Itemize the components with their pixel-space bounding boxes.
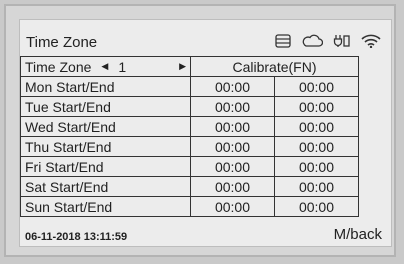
end-time[interactable]: 00:00 — [274, 177, 358, 196]
start-time[interactable]: 00:00 — [190, 157, 274, 176]
page-title: Time Zone — [26, 34, 98, 51]
start-time[interactable]: 00:00 — [190, 177, 274, 196]
back-button[interactable]: M/back — [334, 226, 382, 243]
start-time[interactable]: 00:00 — [190, 77, 274, 96]
table-row[interactable]: Sat Start/End 00:00 00:00 — [21, 176, 358, 196]
day-label: Sat Start/End — [25, 178, 109, 195]
right-arrow-icon[interactable]: ▶ — [179, 61, 186, 72]
table-row[interactable]: Mon Start/End 00:00 00:00 — [21, 76, 358, 96]
device-frame: Time Zone Time Zone ◀ 1 ▶ Calibrate(FN) … — [0, 0, 404, 264]
table-row[interactable]: Sun Start/End 00:00 00:00 — [21, 196, 358, 216]
start-time[interactable]: 00:00 — [190, 197, 274, 216]
day-label: Tue Start/End — [25, 98, 111, 115]
start-time[interactable]: 00:00 — [190, 97, 274, 116]
table-row[interactable]: Thu Start/End 00:00 00:00 — [21, 136, 358, 156]
cloud-icon — [301, 34, 323, 48]
left-arrow-icon[interactable]: ◀ — [101, 61, 108, 72]
end-time[interactable]: 00:00 — [274, 137, 358, 156]
time-zone-selector[interactable]: Time Zone ◀ 1 ▶ — [21, 57, 190, 76]
wifi-icon — [361, 34, 381, 48]
status-icons — [275, 34, 381, 48]
end-time[interactable]: 00:00 — [274, 97, 358, 116]
end-time[interactable]: 00:00 — [274, 157, 358, 176]
day-label: Thu Start/End — [25, 138, 112, 155]
storage-icon — [275, 34, 291, 48]
calibrate-button[interactable]: Calibrate(FN) — [190, 57, 358, 76]
table-row[interactable]: Fri Start/End 00:00 00:00 — [21, 156, 358, 176]
start-time[interactable]: 00:00 — [190, 137, 274, 156]
time-zone-label: Time Zone — [25, 58, 92, 75]
start-time[interactable]: 00:00 — [190, 117, 274, 136]
time-zone-table: Time Zone ◀ 1 ▶ Calibrate(FN) Mon Start/… — [20, 56, 359, 217]
table-row[interactable]: Wed Start/End 00:00 00:00 — [21, 116, 358, 136]
day-label: Sun Start/End — [25, 198, 113, 215]
day-label: Fri Start/End — [25, 158, 104, 175]
end-time[interactable]: 00:00 — [274, 117, 358, 136]
plug-icon — [333, 34, 351, 48]
time-zone-value: 1 — [118, 58, 127, 75]
end-time[interactable]: 00:00 — [274, 77, 358, 96]
day-label: Wed Start/End — [25, 118, 116, 135]
table-header-row: Time Zone ◀ 1 ▶ Calibrate(FN) — [21, 57, 358, 76]
table-row[interactable]: Tue Start/End 00:00 00:00 — [21, 96, 358, 116]
end-time[interactable]: 00:00 — [274, 197, 358, 216]
day-label: Mon Start/End — [25, 78, 115, 95]
